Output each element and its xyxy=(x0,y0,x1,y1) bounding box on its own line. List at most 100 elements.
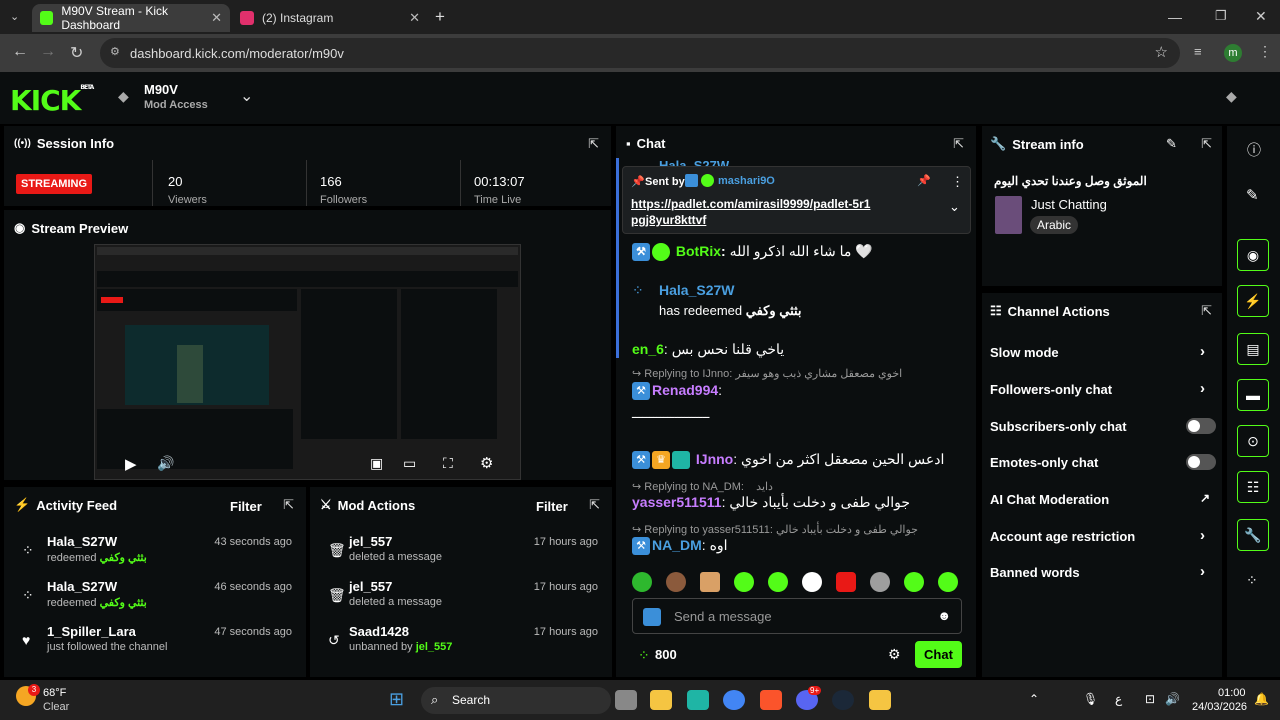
emote-laugh-icon[interactable] xyxy=(904,572,924,592)
chat-username[interactable]: yasser511511 xyxy=(632,494,722,510)
emotes-only-toggle[interactable] xyxy=(1186,454,1216,470)
category-name[interactable]: Just Chatting xyxy=(1031,197,1107,212)
popout-icon[interactable]: ⇱ xyxy=(953,136,964,152)
emote-face-icon[interactable] xyxy=(666,572,686,592)
popout-icon[interactable]: ⇱ xyxy=(1201,136,1212,152)
bookmark-star-icon[interactable]: ☆ xyxy=(1155,43,1168,61)
new-tab-button[interactable]: + xyxy=(435,7,445,27)
category-thumbnail[interactable] xyxy=(995,196,1022,234)
chat-input[interactable]: Send a message ☻ xyxy=(632,598,962,634)
subscribers-only-toggle[interactable] xyxy=(1186,418,1216,434)
tray-chevron-icon[interactable]: ⌃ xyxy=(1029,692,1039,706)
expand-chevron-icon[interactable]: ⌄ xyxy=(949,199,960,215)
reply-context[interactable]: ↪ Replying to yasser511511: جوالي طفى و … xyxy=(632,523,918,536)
mod-by-user[interactable]: jel_557 xyxy=(416,641,453,653)
emote-smile-icon[interactable] xyxy=(938,572,958,592)
tab-search-icon[interactable]: ⌄ xyxy=(10,10,19,23)
site-info-icon[interactable]: ⚙ xyxy=(110,45,120,58)
chevron-right-icon[interactable]: › xyxy=(1200,527,1205,544)
slow-mode-item[interactable]: Slow mode xyxy=(990,345,1059,360)
video-player[interactable]: ▶ 🔊 ▣ ▭ ⛶ ⚙ xyxy=(94,244,521,480)
more-options-icon[interactable]: ⋮ xyxy=(951,174,964,190)
chat-username[interactable]: IJnno xyxy=(696,451,733,467)
url-field[interactable]: ⚙ dashboard.kick.com/moderator/m90v ☆ xyxy=(100,38,1180,68)
app-icon[interactable] xyxy=(687,690,709,710)
popout-icon[interactable]: ⇱ xyxy=(283,497,294,513)
minimize-icon[interactable]: — xyxy=(1168,9,1182,25)
chat-username[interactable]: en_6 xyxy=(632,341,664,357)
emote-verified-icon[interactable] xyxy=(632,572,652,592)
chevron-right-icon[interactable]: › xyxy=(1200,343,1205,360)
info-icon[interactable]: ⓘ xyxy=(1247,140,1261,160)
feed-username[interactable]: Hala_S27W xyxy=(47,579,117,594)
app-icon[interactable] xyxy=(869,690,891,710)
emote-angry-icon[interactable] xyxy=(836,572,856,592)
pinned-sender[interactable]: mashari9O xyxy=(718,175,775,187)
chat-tool-button[interactable]: ▬ xyxy=(1237,379,1269,411)
broadcast-tool-button[interactable]: ⊙ xyxy=(1237,425,1269,457)
brave-icon[interactable] xyxy=(760,690,782,710)
wrench-tool-button[interactable]: 🔧 xyxy=(1237,519,1269,551)
volume-icon[interactable]: 🔊 xyxy=(157,455,174,472)
taskbar-search[interactable]: ⌕ Search xyxy=(421,687,611,714)
volume-icon[interactable]: 🔊 xyxy=(1165,692,1180,706)
mod-username[interactable]: Saad1428 xyxy=(349,624,409,639)
restore-icon[interactable]: ❐ xyxy=(1215,8,1227,24)
steam-icon[interactable] xyxy=(832,690,854,710)
language-indicator[interactable]: ع xyxy=(1115,692,1122,706)
fullscreen-icon[interactable]: ⛶ xyxy=(443,455,453,472)
ai-moderation-item[interactable]: AI Chat Moderation xyxy=(990,492,1109,507)
points-icon[interactable]: ⁘ xyxy=(1246,572,1258,589)
chevron-right-icon[interactable]: › xyxy=(1200,563,1205,580)
edit-icon[interactable]: ✎ xyxy=(1246,186,1259,204)
reload-icon[interactable]: ↻ xyxy=(70,43,83,63)
notification-icon[interactable]: 🔔 xyxy=(1254,692,1269,706)
close-tab-icon[interactable]: ✕ xyxy=(211,10,222,26)
popout-icon[interactable]: ⇱ xyxy=(589,497,600,513)
unpin-icon[interactable]: 📌 xyxy=(917,174,931,187)
points-balance[interactable]: 800 xyxy=(655,647,677,662)
clock-date[interactable]: 24/03/2026 xyxy=(1192,701,1247,713)
theater-icon[interactable]: ▭ xyxy=(403,455,416,472)
actions-tool-button[interactable]: ☷ xyxy=(1237,471,1269,503)
external-link-icon[interactable]: ↗ xyxy=(1200,491,1210,505)
emote-angel-icon[interactable] xyxy=(734,572,754,592)
settings-gear-icon[interactable]: ⚙ xyxy=(480,454,493,472)
browser-menu-icon[interactable]: ⋮ xyxy=(1258,43,1272,60)
mod-filter-button[interactable]: Filter xyxy=(536,499,568,514)
tab-kick-dashboard[interactable]: M90V Stream - Kick Dashboard ✕ xyxy=(32,4,230,32)
chevron-right-icon[interactable]: › xyxy=(1200,380,1205,397)
activity-filter-button[interactable]: Filter xyxy=(230,499,262,514)
send-chat-button[interactable]: Chat xyxy=(915,641,962,668)
user-avatar-icon[interactable]: ◆ xyxy=(1226,88,1237,105)
channel-switch-chevron-icon[interactable]: ⌄ xyxy=(240,86,253,106)
forward-icon[interactable]: → xyxy=(40,43,56,61)
close-tab-icon[interactable]: ✕ xyxy=(409,10,420,26)
popout-icon[interactable]: ⇱ xyxy=(588,136,599,152)
feed-username[interactable]: 1_Spiller_Lara xyxy=(47,624,136,639)
play-icon[interactable]: ▶ xyxy=(125,455,137,473)
windows-start-icon[interactable]: ⊞ xyxy=(389,689,404,710)
emote-blob-icon[interactable] xyxy=(768,572,788,592)
emote-skull-icon[interactable] xyxy=(870,572,890,592)
clock-time[interactable]: 01:00 xyxy=(1218,687,1246,699)
popout-icon[interactable]: ⇱ xyxy=(1201,303,1212,319)
camera-tool-button[interactable]: ◉ xyxy=(1237,239,1269,271)
notes-tool-button[interactable]: ▤ xyxy=(1237,333,1269,365)
media-icon[interactable]: ≡ xyxy=(1194,44,1202,59)
profile-avatar[interactable]: m xyxy=(1224,44,1242,62)
pinned-link[interactable]: https://padlet.com/amirasil9999/padlet-5… xyxy=(631,196,871,228)
chat-username[interactable]: Renad994 xyxy=(652,382,718,398)
network-icon[interactable]: ⊡ xyxy=(1145,692,1155,706)
kick-logo[interactable]: KICKBETA xyxy=(10,84,94,117)
tab-instagram[interactable]: (2) Instagram ✕ xyxy=(232,4,428,32)
emote-dance-icon[interactable] xyxy=(802,572,822,592)
chat-settings-icon[interactable]: ⚙ xyxy=(888,646,901,663)
chrome-icon[interactable] xyxy=(723,690,745,710)
back-icon[interactable]: ← xyxy=(12,43,28,61)
emoji-picker-icon[interactable]: ☻ xyxy=(937,608,951,623)
edit-pencil-icon[interactable]: ✎ xyxy=(1166,136,1177,152)
reply-context[interactable]: ↪ Replying to IJnno: اخوي مصعقل مشاري ذب… xyxy=(632,367,902,380)
file-explorer-icon[interactable] xyxy=(650,690,672,710)
account-age-item[interactable]: Account age restriction xyxy=(990,529,1135,544)
